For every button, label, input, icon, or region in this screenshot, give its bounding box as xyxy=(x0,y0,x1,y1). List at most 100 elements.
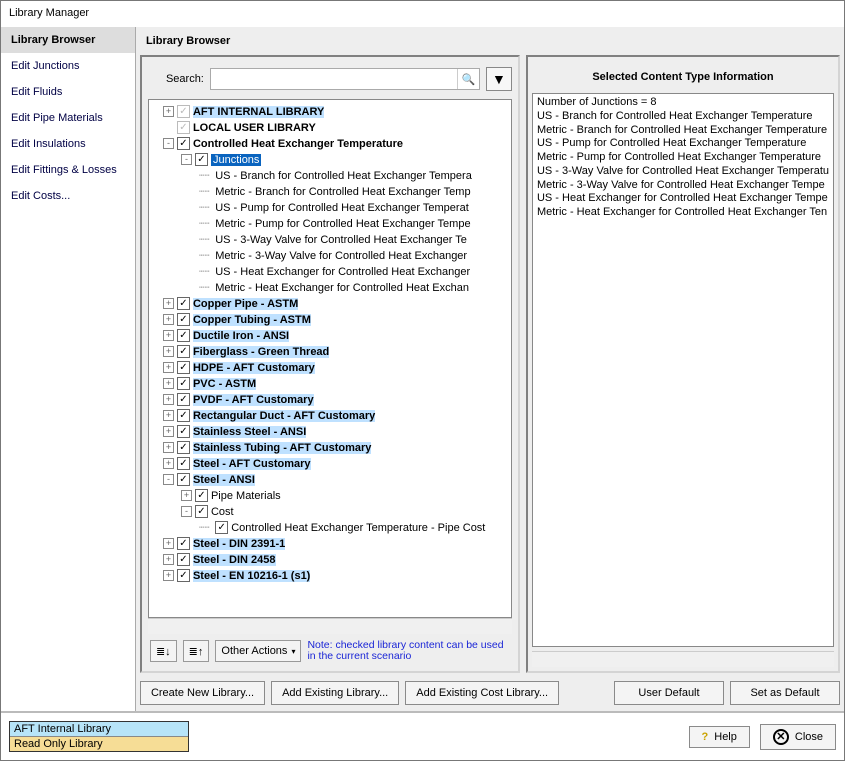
tree-row[interactable]: +✓Ductile Iron - ANSI xyxy=(149,328,511,344)
add-existing-library-button[interactable]: Add Existing Library... xyxy=(271,681,399,705)
tree-checkbox[interactable]: ✓ xyxy=(177,329,190,342)
tree-checkbox[interactable]: ✓ xyxy=(177,441,190,454)
tree-checkbox[interactable]: ✓ xyxy=(177,121,190,134)
tree-label[interactable]: Controlled Heat Exchanger Temperature - … xyxy=(231,522,485,534)
sidebar-item-library-browser[interactable]: Library Browser xyxy=(1,27,135,53)
tree-checkbox[interactable]: ✓ xyxy=(195,505,208,518)
tree-checkbox[interactable]: ✓ xyxy=(177,377,190,390)
expand-icon[interactable]: + xyxy=(163,298,174,309)
tree-row[interactable]: +✓Pipe Materials xyxy=(149,488,511,504)
expand-icon[interactable]: + xyxy=(163,378,174,389)
expand-icon[interactable]: + xyxy=(163,394,174,405)
tree-checkbox[interactable]: ✓ xyxy=(177,313,190,326)
expand-all-button[interactable]: ≣↓ xyxy=(150,640,177,662)
help-button[interactable]: ?Help xyxy=(689,726,750,748)
tree-checkbox[interactable]: ✓ xyxy=(177,345,190,358)
tree-row[interactable]: +✓PVDF - AFT Customary xyxy=(149,392,511,408)
tree-checkbox[interactable]: ✓ xyxy=(177,297,190,310)
tree-label[interactable]: Ductile Iron - ANSI xyxy=(193,330,289,342)
tree-label[interactable]: Copper Tubing - ASTM xyxy=(193,314,311,326)
tree-label[interactable]: Cost xyxy=(211,506,234,518)
tree-row[interactable]: -✓Junctions xyxy=(149,152,511,168)
tree-checkbox[interactable]: ✓ xyxy=(177,457,190,470)
sidebar-item-edit-insulations[interactable]: Edit Insulations xyxy=(1,131,135,157)
tree-row[interactable]: +✓Copper Pipe - ASTM xyxy=(149,296,511,312)
tree-label[interactable]: AFT INTERNAL LIBRARY xyxy=(193,106,324,118)
tree-checkbox[interactable]: ✓ xyxy=(195,153,208,166)
tree-row[interactable]: ⋯⋯ Metric - Heat Exchanger for Controlle… xyxy=(149,280,511,296)
tree-checkbox[interactable]: ✓ xyxy=(177,137,190,150)
tree-row[interactable]: +✓Stainless Tubing - AFT Customary xyxy=(149,440,511,456)
tree-checkbox[interactable]: ✓ xyxy=(177,393,190,406)
expand-icon[interactable]: + xyxy=(163,314,174,325)
set-as-default-button[interactable]: Set as Default xyxy=(730,681,840,705)
tree-row[interactable]: +✓Stainless Steel - ANSI xyxy=(149,424,511,440)
tree-label[interactable]: Metric - Pump for Controlled Heat Exchan… xyxy=(215,218,470,230)
other-actions-dropdown[interactable]: Other Actions▾ xyxy=(215,640,301,662)
collapse-icon[interactable]: - xyxy=(163,474,174,485)
expand-icon[interactable]: + xyxy=(163,458,174,469)
tree-row[interactable]: ⋯⋯ Metric - Branch for Controlled Heat E… xyxy=(149,184,511,200)
tree-label[interactable]: Junctions xyxy=(211,154,261,166)
expand-icon[interactable]: + xyxy=(163,410,174,421)
tree-row[interactable]: ⋯⋯ US - Pump for Controlled Heat Exchang… xyxy=(149,200,511,216)
tree-label[interactable]: Steel - EN 10216-1 (s1) xyxy=(193,570,310,582)
tree-checkbox[interactable]: ✓ xyxy=(177,361,190,374)
tree-checkbox[interactable]: ✓ xyxy=(215,521,228,534)
tree-row[interactable]: +✓HDPE - AFT Customary xyxy=(149,360,511,376)
tree-label[interactable]: PVC - ASTM xyxy=(193,378,256,390)
tree-label[interactable]: Copper Pipe - ASTM xyxy=(193,298,298,310)
tree-row[interactable]: ⋯⋯ ✓Controlled Heat Exchanger Temperatur… xyxy=(149,520,511,536)
tree-label[interactable]: Metric - 3-Way Valve for Controlled Heat… xyxy=(215,250,467,262)
expand-icon[interactable]: + xyxy=(163,554,174,565)
tree-checkbox[interactable]: ✓ xyxy=(177,537,190,550)
search-input[interactable] xyxy=(211,69,457,89)
tree-row[interactable]: ✓LOCAL USER LIBRARY xyxy=(149,120,511,136)
tree-label[interactable]: Pipe Materials xyxy=(211,490,281,502)
create-new-library-button[interactable]: Create New Library... xyxy=(140,681,265,705)
tree-label[interactable]: Steel - DIN 2391-1 xyxy=(193,538,285,550)
sidebar-item-edit-fluids[interactable]: Edit Fluids xyxy=(1,79,135,105)
library-tree[interactable]: +✓AFT INTERNAL LIBRARY ✓LOCAL USER LIBRA… xyxy=(148,99,512,618)
tree-row[interactable]: +✓Steel - DIN 2391-1 xyxy=(149,536,511,552)
sidebar-item-edit-costs[interactable]: Edit Costs... xyxy=(1,183,135,209)
tree-label[interactable]: HDPE - AFT Customary xyxy=(193,362,315,374)
horizontal-scrollbar[interactable] xyxy=(148,618,512,634)
expand-icon[interactable]: + xyxy=(163,426,174,437)
tree-label[interactable]: US - Pump for Controlled Heat Exchanger … xyxy=(215,202,469,214)
tree-row[interactable]: +✓PVC - ASTM xyxy=(149,376,511,392)
add-existing-cost-library-button[interactable]: Add Existing Cost Library... xyxy=(405,681,559,705)
tree-label[interactable]: US - Heat Exchanger for Controlled Heat … xyxy=(215,266,470,278)
right-horizontal-scrollbar[interactable] xyxy=(532,651,834,667)
tree-row[interactable]: +✓Steel - DIN 2458 xyxy=(149,552,511,568)
tree-label[interactable]: Stainless Tubing - AFT Customary xyxy=(193,442,371,454)
search-icon[interactable]: 🔍 xyxy=(457,69,479,89)
collapse-icon[interactable]: - xyxy=(181,506,192,517)
expand-icon[interactable]: + xyxy=(163,362,174,373)
tree-checkbox[interactable]: ✓ xyxy=(177,409,190,422)
tree-row[interactable]: ⋯⋯ US - Heat Exchanger for Controlled He… xyxy=(149,264,511,280)
tree-checkbox[interactable]: ✓ xyxy=(177,105,190,118)
user-default-button[interactable]: User Default xyxy=(614,681,724,705)
tree-row[interactable]: -✓Cost xyxy=(149,504,511,520)
collapse-all-button[interactable]: ≣↑ xyxy=(183,640,210,662)
expand-icon[interactable]: + xyxy=(163,346,174,357)
tree-row[interactable]: ⋯⋯ Metric - 3-Way Valve for Controlled H… xyxy=(149,248,511,264)
tree-label[interactable]: Metric - Branch for Controlled Heat Exch… xyxy=(215,186,470,198)
tree-label[interactable]: Steel - ANSI xyxy=(193,474,255,486)
tree-row[interactable]: -✓Controlled Heat Exchanger Temperature xyxy=(149,136,511,152)
expand-icon[interactable]: + xyxy=(163,442,174,453)
tree-label[interactable]: Rectangular Duct - AFT Customary xyxy=(193,410,375,422)
tree-checkbox[interactable]: ✓ xyxy=(177,473,190,486)
tree-checkbox[interactable]: ✓ xyxy=(177,569,190,582)
tree-row[interactable]: ⋯⋯ US - Branch for Controlled Heat Excha… xyxy=(149,168,511,184)
tree-row[interactable]: +✓Steel - AFT Customary xyxy=(149,456,511,472)
tree-checkbox[interactable]: ✓ xyxy=(177,553,190,566)
expand-icon[interactable]: + xyxy=(163,538,174,549)
tree-label[interactable]: Steel - AFT Customary xyxy=(193,458,311,470)
tree-label[interactable]: Controlled Heat Exchanger Temperature xyxy=(193,138,403,150)
tree-label[interactable]: Steel - DIN 2458 xyxy=(193,554,276,566)
expand-icon[interactable]: + xyxy=(181,490,192,501)
tree-label[interactable]: US - 3-Way Valve for Controlled Heat Exc… xyxy=(215,234,467,246)
sidebar-item-edit-pipe-materials[interactable]: Edit Pipe Materials xyxy=(1,105,135,131)
